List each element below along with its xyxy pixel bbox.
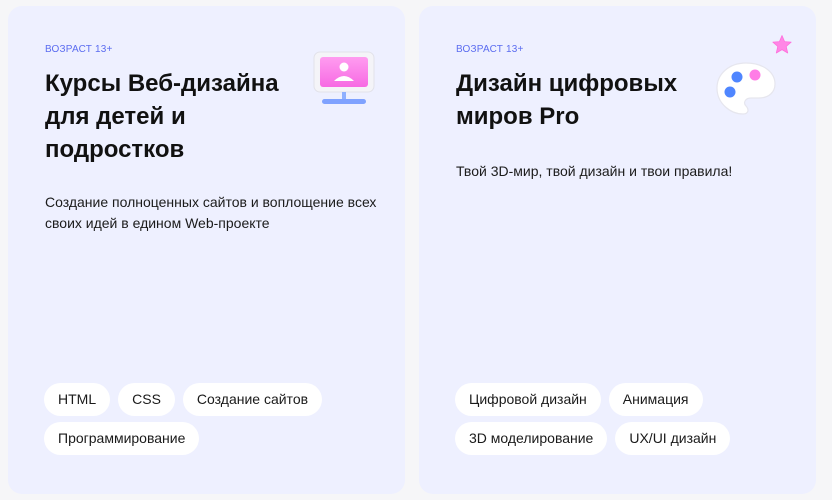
tag-list: Цифровой дизайн Анимация 3D моделировани… [455,383,785,455]
tag-list: HTML CSS Создание сайтов Программировани… [44,383,374,455]
course-card-web-design[interactable]: ВОЗРАСТ 13+ Курсы Веб-дизайна для детей … [8,6,405,494]
tag-animation[interactable]: Анимация [608,383,703,416]
tag-digital-design[interactable]: Цифровой дизайн [455,383,601,416]
course-card-digital-worlds[interactable]: ВОЗРАСТ 13+ Дизайн цифровых миров Pro Тв… [419,6,816,494]
tag-ux-ui-design[interactable]: UX/UI дизайн [615,422,731,455]
palette-icon [713,60,779,118]
age-label: ВОЗРАСТ 13+ [456,44,524,55]
tag-html[interactable]: HTML [44,383,111,416]
course-title[interactable]: Курсы Веб-дизайна для детей и подростков [45,67,295,166]
page: ВОЗРАСТ 13+ Курсы Веб-дизайна для детей … [0,0,832,500]
course-title[interactable]: Дизайн цифровых миров Pro [456,67,706,133]
course-description: Создание полноценных сайтов и воплощение… [45,194,377,231]
tag-3d-modeling[interactable]: 3D моделирование [455,422,608,455]
tag-programming[interactable]: Программирование [44,422,200,455]
tag-css[interactable]: CSS [118,383,175,416]
tag-website-creation[interactable]: Создание сайтов [182,383,323,416]
course-description: Твой 3D-мир, твой дизайн и твои правила! [456,163,733,179]
monitor-icon [312,50,376,106]
star-icon [771,34,793,56]
